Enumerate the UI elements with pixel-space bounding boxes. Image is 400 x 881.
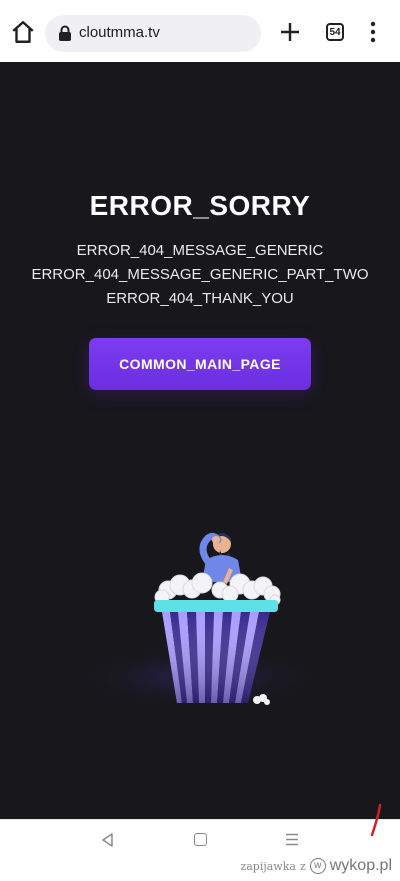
popcorn-illustration <box>70 532 330 709</box>
watermark-word: z <box>299 859 306 873</box>
error-message-line: ERROR_404_MESSAGE_GENERIC <box>76 242 324 259</box>
main-page-button[interactable]: COMMON_MAIN_PAGE <box>89 338 311 390</box>
error-page: ERROR_SORRY ERROR_404_MESSAGE_GENERIC ER… <box>0 62 400 819</box>
error-message-line: ERROR_404_THANK_YOU <box>106 290 294 307</box>
address-bar[interactable]: cloutmma.tv <box>45 15 261 52</box>
watermark-username: zapijawka <box>240 859 296 873</box>
home-square-icon[interactable] <box>194 833 207 846</box>
url-text: cloutmma.tv <box>79 24 160 41</box>
recents-icon[interactable] <box>285 833 299 846</box>
back-icon[interactable] <box>100 832 116 848</box>
plus-icon[interactable] <box>278 20 302 44</box>
system-navigation-bar: zapijawka z w wykop.pl <box>0 803 400 881</box>
more-vert-icon[interactable] <box>366 21 380 43</box>
watermark-site: wykop.pl <box>329 857 392 874</box>
home-icon[interactable] <box>10 19 36 45</box>
lock-icon <box>59 25 71 41</box>
browser-toolbar: cloutmma.tv 54 <box>0 0 400 63</box>
tab-count: 54 <box>329 27 341 38</box>
wykop-logo-icon: w <box>309 858 326 874</box>
tab-switcher-icon[interactable]: 54 <box>326 23 344 41</box>
page-title: ERROR_SORRY <box>89 190 311 221</box>
error-message-line: ERROR_404_MESSAGE_GENERIC_PART_TWO <box>31 266 369 283</box>
red-pen-mark <box>370 803 382 837</box>
watermark: zapijawka z w wykop.pl <box>240 855 392 877</box>
